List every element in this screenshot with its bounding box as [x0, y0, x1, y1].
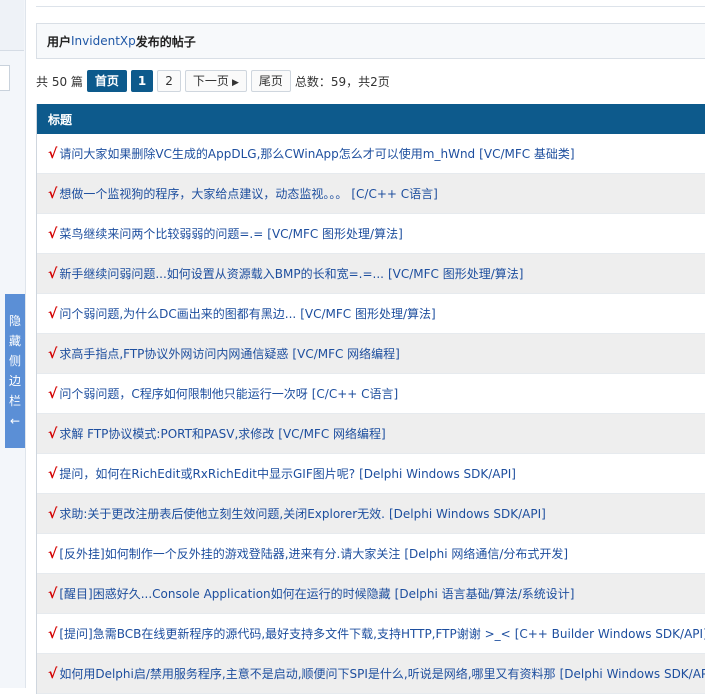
next-arrow-icon: ▶ [231, 78, 239, 88]
table-row: √ 问个弱问题，C程序如何限制他只能运行一次呀 [C/C++ C语言] [37, 374, 705, 414]
post-title-link[interactable]: 如何用Delphi启/禁用服务程序,主意不是启动,顺便问下SPI是什么,听说是网… [59, 665, 555, 682]
table-row: √ 问个弱问题,为什么DC画出来的图都有黑边... [VC/MFC 图形处理/算法] [37, 294, 705, 334]
rail-top-panel [0, 0, 24, 51]
last-page-button[interactable]: 尾页 [250, 70, 291, 92]
next-page-button[interactable]: 下一页 ▶ [184, 70, 247, 92]
main-content: 用户 InvidentXp 发布的帖子 共 50 篇 首页 1 2 下一页 ▶ 尾… [36, 0, 705, 694]
post-title-link[interactable]: 新手继续问弱问题...如何设置从资源载入BMP的长和宽=.=... [59, 265, 384, 282]
post-category-link[interactable]: [VC/MFC 网络编程] [278, 425, 385, 442]
table-row: √ 想做一个监视狗的程序，大家给点建议，动态监视。。。 [C/C++ C语言] [37, 174, 705, 214]
table-body: √ 请问大家如果删除VC生成的AppDLG,那么CWinApp怎么才可以使用m_h… [37, 134, 705, 694]
post-title-link[interactable]: 想做一个监视狗的程序，大家给点建议，动态监视。。。 [59, 185, 347, 202]
table-row: √ 求解 FTP协议模式:PORT和PASV,求修改 [VC/MFC 网络编程] [37, 414, 705, 454]
posts-table: 标题 √ 请问大家如果删除VC生成的AppDLG,那么CWinApp怎么才可以使用… [36, 104, 705, 694]
table-row: √ [醒目]困惑好久...Console Application如何在运行的时候隐… [37, 574, 705, 614]
post-category-link[interactable]: [VC/MFC 图形处理/算法] [300, 305, 436, 322]
total-posts: 共 50 篇 [36, 74, 83, 89]
post-category-link[interactable]: [C++ Builder Windows SDK/API] [515, 627, 705, 641]
post-category-link[interactable]: [C/C++ C语言] [312, 385, 398, 402]
post-title-link[interactable]: 提问，如何在RichEdit或RxRichEdit中显示GIF图片呢? [59, 465, 355, 482]
post-title-link[interactable]: 问个弱问题，C程序如何限制他只能运行一次呀 [59, 385, 307, 402]
table-row: √ [提问]急需BCB在线更新程序的源代码,最好支持多文件下载,支持HTTP,FT… [37, 614, 705, 654]
table-row: √ 求助:关于更改注册表后使他立刻生效问题,关闭Explorer无效. [Delph… [37, 494, 705, 534]
check-icon: √ [48, 625, 58, 642]
post-title-link[interactable]: 求助:关于更改注册表后使他立刻生效问题,关闭Explorer无效. [59, 505, 385, 522]
first-page-button[interactable]: 首页 [86, 70, 127, 92]
posts-header: 用户 InvidentXp 发布的帖子 [36, 23, 705, 59]
header-suffix: 发布的帖子 [135, 34, 196, 49]
toggle-char: 藏 [8, 334, 21, 348]
hide-sidebar-toggle[interactable]: 隐藏侧边栏 ← [5, 294, 25, 448]
post-title-link[interactable]: 求高手指点,FTP协议外网访问内网通信疑惑 [59, 345, 288, 362]
top-divider [36, 6, 705, 7]
post-category-link[interactable]: [Delphi 网络通信/分布式开发] [404, 545, 568, 562]
check-icon: √ [48, 385, 58, 402]
table-row: √ [反外挂]如何制作一个反外挂的游戏登陆器,进来有分.请大家关注 [Delphi … [37, 534, 705, 574]
toggle-char: 隐 [8, 314, 21, 328]
table-header: 标题 [37, 104, 705, 134]
post-category-link[interactable]: [Delphi Windows SDK/API] [389, 507, 546, 521]
post-title-link[interactable]: [提问]急需BCB在线更新程序的源代码,最好支持多文件下载,支持HTTP,FTP… [59, 625, 510, 642]
check-icon: √ [48, 585, 58, 602]
pager-summary: 总数：59，共2页 [294, 74, 390, 89]
table-row: √ 提问，如何在RichEdit或RxRichEdit中显示GIF图片呢? [Del… [37, 454, 705, 494]
check-icon: √ [48, 265, 58, 282]
check-icon: √ [48, 345, 58, 362]
toggle-char: 栏 [8, 394, 21, 408]
post-category-link[interactable]: [Delphi Windows SDK/API] [560, 667, 705, 681]
username-link[interactable]: InvidentXp [71, 34, 136, 48]
check-icon: √ [48, 145, 58, 162]
arrow-left-icon: ← [9, 414, 21, 428]
toggle-char: 侧 [8, 354, 21, 368]
header-prefix: 用户 [47, 34, 72, 49]
post-category-link[interactable]: [VC/MFC 图形处理/算法] [267, 225, 403, 242]
page-1-button[interactable]: 1 [130, 70, 154, 92]
post-title-link[interactable]: 菜鸟继续来问两个比较弱弱的问题=.= [59, 225, 263, 242]
check-icon: √ [48, 225, 58, 242]
page-2-button[interactable]: 2 [157, 70, 181, 92]
check-icon: √ [48, 665, 58, 682]
post-category-link[interactable]: [VC/MFC 图形处理/算法] [388, 265, 524, 282]
check-icon: √ [48, 505, 58, 522]
table-row: √ 请问大家如果删除VC生成的AppDLG,那么CWinApp怎么才可以使用m_h… [37, 134, 705, 174]
check-icon: √ [48, 305, 58, 322]
post-title-link[interactable]: [醒目]困惑好久...Console Application如何在运行的时候隐藏 [59, 585, 390, 602]
post-category-link[interactable]: [VC/MFC 网络编程] [292, 345, 399, 362]
post-category-link[interactable]: [C/C++ C语言] [351, 185, 437, 202]
rail-small-box [0, 65, 10, 91]
table-row: √ 菜鸟继续来问两个比较弱弱的问题=.= [VC/MFC 图形处理/算法] [37, 214, 705, 254]
check-icon: √ [48, 425, 58, 442]
next-page-label: 下一页 [192, 74, 229, 88]
post-title-link[interactable]: 求解 FTP协议模式:PORT和PASV,求修改 [59, 425, 274, 442]
post-title-link[interactable]: 问个弱问题,为什么DC画出来的图都有黑边... [59, 305, 296, 322]
post-category-link[interactable]: [Delphi 语言基础/算法/系统设计] [395, 585, 575, 602]
table-row: √ 求高手指点,FTP协议外网访问内网通信疑惑 [VC/MFC 网络编程] [37, 334, 705, 374]
post-title-link[interactable]: 请问大家如果删除VC生成的AppDLG,那么CWinApp怎么才可以使用m_hW… [59, 145, 475, 162]
post-category-link[interactable]: [Delphi Windows SDK/API] [359, 467, 516, 481]
check-icon: √ [48, 465, 58, 482]
table-row: √ 如何用Delphi启/禁用服务程序,主意不是启动,顺便问下SPI是什么,听说是… [37, 654, 705, 694]
check-icon: √ [48, 545, 58, 562]
post-category-link[interactable]: [VC/MFC 基础类] [479, 145, 574, 162]
post-title-link[interactable]: [反外挂]如何制作一个反外挂的游戏登陆器,进来有分.请大家关注 [59, 545, 400, 562]
toggle-char: 边 [8, 374, 21, 388]
check-icon: √ [48, 185, 58, 202]
pagination: 共 50 篇 首页 1 2 下一页 ▶ 尾页 总数：59，共2页 [36, 70, 390, 92]
table-row: √ 新手继续问弱问题...如何设置从资源载入BMP的长和宽=.=... [VC/MF… [37, 254, 705, 294]
